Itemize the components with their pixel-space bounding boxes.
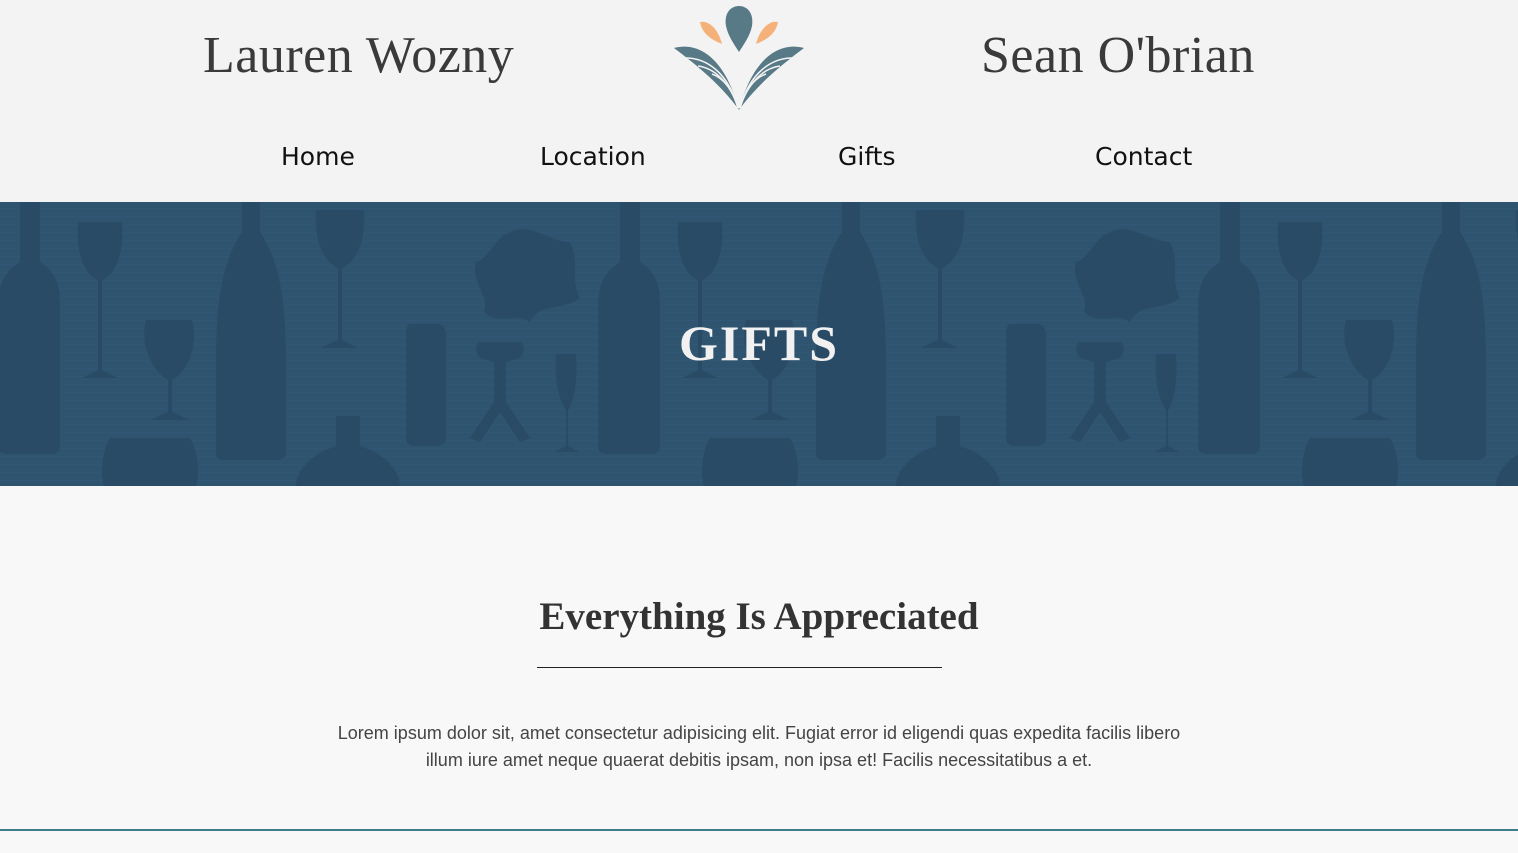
site-header: Lauren Wozny Sean O'brian Home Location … — [0, 0, 1518, 202]
main-nav: Home Location Gifts Contact — [0, 142, 1518, 182]
section-body-text: Lorem ipsum dolor sit, amet consectetur … — [337, 723, 1181, 770]
nav-gifts[interactable]: Gifts — [838, 142, 896, 171]
nav-location[interactable]: Location — [540, 142, 646, 171]
page-title: GIFTS — [678, 315, 840, 371]
footer-divider — [0, 829, 1518, 831]
floral-fan-icon[interactable] — [672, 0, 806, 114]
heading-divider — [537, 667, 942, 668]
nav-contact[interactable]: Contact — [1095, 142, 1192, 171]
bride-name: Sean O'brian — [981, 27, 1255, 84]
section-heading: Everything Is Appreciated — [539, 595, 979, 638]
nav-home[interactable]: Home — [281, 142, 355, 171]
hero-banner: GIFTS — [0, 202, 1518, 486]
groom-name: Lauren Wozny — [203, 27, 515, 84]
